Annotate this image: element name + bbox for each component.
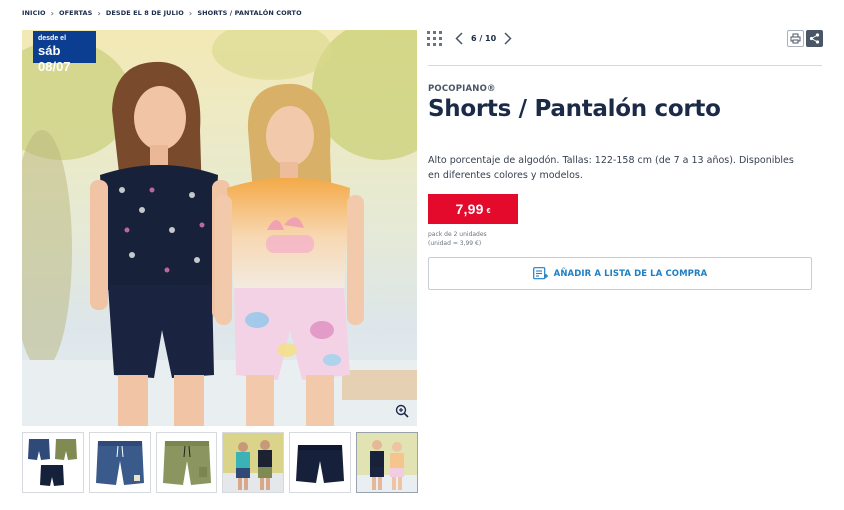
chevron-right-icon: › (188, 8, 193, 18)
chevron-right-icon (504, 31, 512, 45)
chevron-right-icon: › (97, 8, 101, 18)
share-icon (809, 33, 820, 44)
add-to-list-label: AÑADIR A LISTA DE LA COMPRA (553, 268, 708, 279)
breadcrumb: INICIO › OFERTAS › DESDE EL 8 DE JULIO ›… (22, 8, 302, 18)
thumbnail-dark-navy-shorts[interactable] (289, 432, 352, 493)
header-divider (428, 65, 822, 66)
printer-icon (790, 33, 801, 44)
pack-info: pack de 2 unidades (unidad = 3,99 €) (428, 230, 487, 248)
badge-date: sáb 08/07 (38, 43, 71, 74)
next-image-button[interactable] (503, 31, 513, 45)
pack-quantity: pack de 2 unidades (428, 231, 487, 238)
thumbnail-khaki-shorts[interactable] (155, 432, 218, 493)
print-button[interactable] (787, 30, 804, 47)
thumbnail-strip (22, 432, 418, 493)
product-title: Shorts / Pantalón corto (428, 96, 721, 122)
chevron-right-icon: › (50, 8, 54, 18)
shopping-list-icon (532, 267, 548, 280)
thumbnail-navy-drawstring-shorts[interactable] (88, 432, 151, 493)
product-description: Alto porcentaje de algodón. Tallas: 122-… (428, 155, 794, 181)
share-tools (787, 30, 823, 47)
share-button[interactable] (806, 30, 823, 47)
chevron-left-icon (455, 31, 463, 45)
thumbnail-three-shorts-set[interactable] (22, 432, 84, 493)
breadcrumb-inicio[interactable]: INICIO (22, 9, 46, 17)
grid-view-icon[interactable] (427, 30, 442, 46)
breadcrumb-ofertas[interactable]: OFERTAS (59, 9, 92, 17)
image-counter: 6 / 10 (471, 33, 497, 43)
availability-date-badge: desde el sáb 08/07 (33, 31, 96, 74)
price-amount: 7,99 (455, 201, 484, 217)
badge-label: desde el (38, 35, 67, 42)
price-tag: 7,99 € (428, 194, 518, 224)
unit-price: (unidad = 3,99 €) (428, 240, 482, 247)
two-girls-photo (22, 30, 417, 426)
thumbnail-two-boys-in-shorts[interactable] (222, 432, 285, 493)
add-to-shopping-list-button[interactable]: AÑADIR A LISTA DE LA COMPRA (428, 257, 812, 290)
product-brand: POCOPIANO® (428, 84, 496, 94)
breadcrumb-desde-el-8-de-julio[interactable]: DESDE EL 8 DE JULIO (106, 9, 184, 17)
breadcrumb-current: SHORTS / PANTALÓN CORTO (197, 9, 302, 17)
image-pager: 6 / 10 (427, 30, 513, 46)
previous-image-button[interactable] (454, 31, 464, 45)
price-currency: € (486, 207, 491, 215)
thumbnail-two-girls-in-shorts[interactable] (356, 432, 418, 493)
zoom-in-icon[interactable] (394, 403, 410, 419)
product-main-image[interactable] (22, 30, 417, 426)
